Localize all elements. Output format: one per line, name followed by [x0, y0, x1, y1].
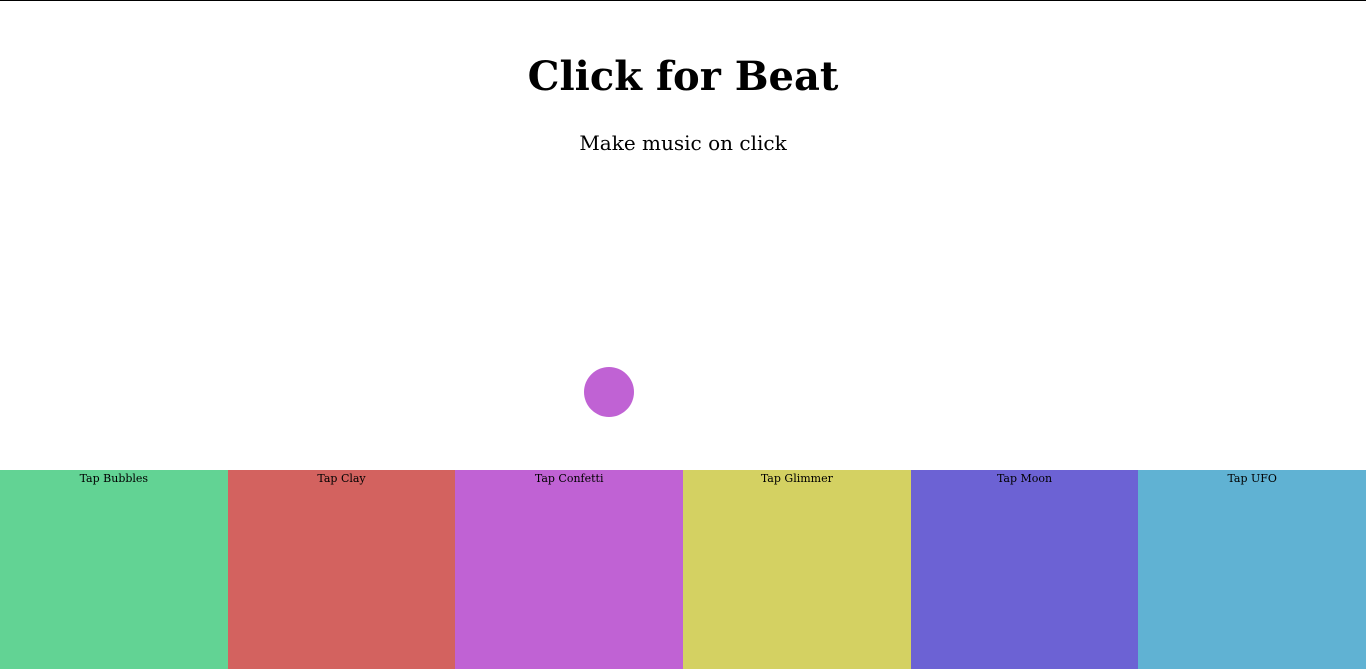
top-border	[0, 0, 1366, 1]
pad-confetti[interactable]: Tap Confetti	[455, 470, 684, 669]
pad-label-bubbles: Tap Bubbles	[79, 472, 149, 485]
pad-glimmer[interactable]: Tap Glimmer	[683, 470, 911, 669]
pad-label-moon: Tap Moon	[996, 472, 1053, 485]
page-subtitle: Make music on click	[579, 131, 787, 155]
pad-label-confetti: Tap Confetti	[534, 472, 604, 485]
sound-pads: Tap Bubbles Tap Clay Tap Confetti Tap Gl…	[0, 470, 1366, 669]
pad-label-clay: Tap Clay	[317, 472, 366, 485]
beat-circle	[584, 367, 634, 417]
pad-label-ufo: Tap UFO	[1227, 472, 1277, 485]
page-title: Click for Beat	[527, 53, 839, 100]
pad-clay[interactable]: Tap Clay	[227, 470, 456, 669]
pad-moon[interactable]: Tap Moon	[910, 470, 1139, 669]
pad-ufo[interactable]: Tap UFO	[1138, 470, 1366, 669]
pad-bubbles[interactable]: Tap Bubbles	[0, 470, 228, 669]
pad-label-glimmer: Tap Glimmer	[760, 472, 833, 485]
